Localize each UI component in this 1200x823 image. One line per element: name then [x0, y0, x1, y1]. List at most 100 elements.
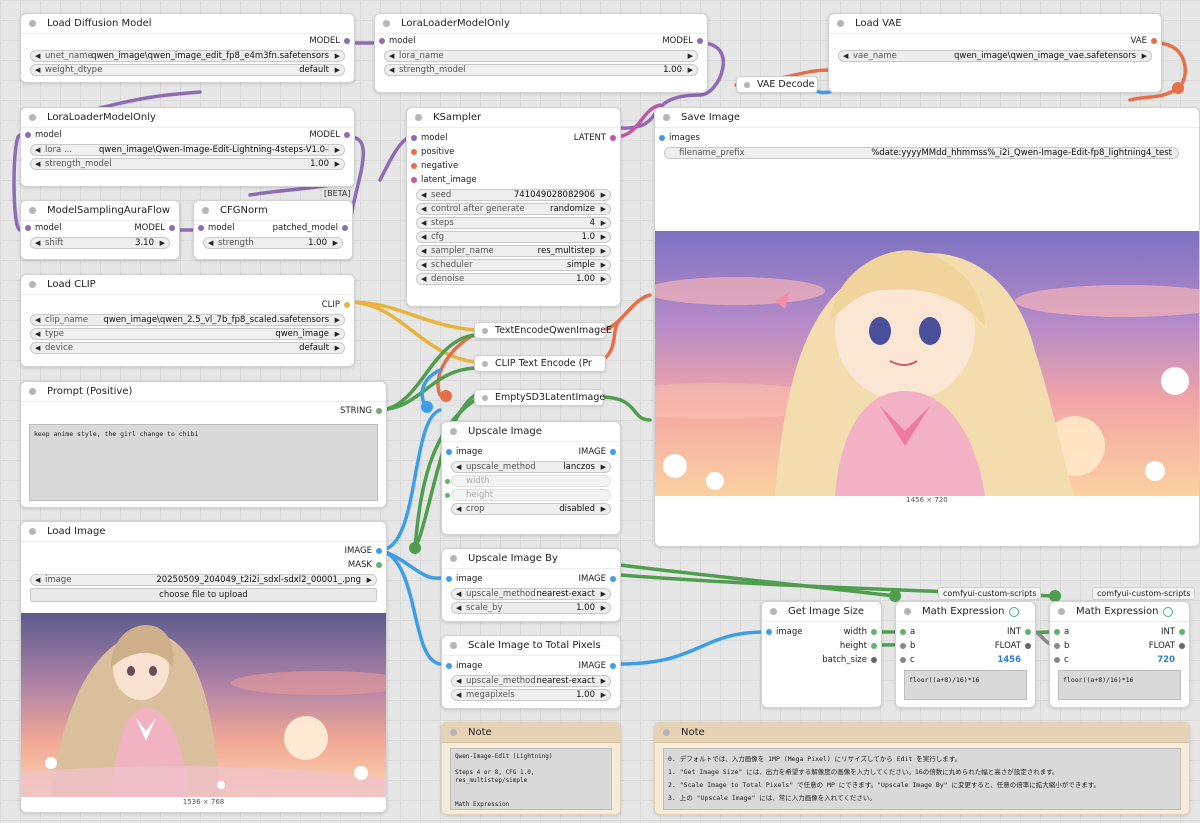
- input-width-socket[interactable]: [445, 479, 450, 484]
- expression-textarea[interactable]: floor((a+8)/16)*16: [1058, 670, 1181, 700]
- collapse-dot-icon[interactable]: [450, 729, 457, 736]
- collapse-dot-icon[interactable]: [663, 729, 670, 736]
- input-model-socket[interactable]: [25, 132, 31, 138]
- arrow-left-icon[interactable]: ◀: [35, 329, 40, 339]
- arrow-right-icon[interactable]: ▶: [601, 462, 606, 472]
- collapse-dot-icon[interactable]: [29, 388, 36, 395]
- widget-megapixels[interactable]: ◀ megapixels 1.00 ▶: [451, 689, 611, 701]
- node-title[interactable]: Math Expression: [896, 602, 1035, 622]
- input-latent-socket[interactable]: [411, 177, 417, 183]
- node-title[interactable]: Prompt (Positive): [21, 382, 386, 402]
- arrow-left-icon[interactable]: ◀: [208, 238, 213, 248]
- collapse-dot-icon[interactable]: [29, 20, 36, 27]
- output-model-socket[interactable]: [697, 38, 703, 44]
- node-cfgnorm[interactable]: CFGNorm model patched_model ◀ strength 1.00…: [193, 200, 353, 260]
- output-image-socket[interactable]: [610, 576, 616, 582]
- arrow-right-icon[interactable]: ▶: [1142, 51, 1147, 61]
- arrow-right-icon[interactable]: ▶: [335, 329, 340, 339]
- input-model-socket[interactable]: [411, 135, 417, 141]
- node-lora-loader-1[interactable]: LoraLoaderModelOnly model MODEL ◀ lora_nam…: [374, 13, 708, 93]
- output-float-socket[interactable]: [1025, 643, 1031, 649]
- widget-cfg[interactable]: ◀ cfg 1.0 ▶: [416, 231, 611, 243]
- input-image-preview[interactable]: [21, 613, 386, 797]
- arrow-left-icon[interactable]: ◀: [35, 315, 40, 325]
- output-image-socket[interactable]: [610, 449, 616, 455]
- input-positive-socket[interactable]: [411, 149, 417, 155]
- collapse-dot-icon[interactable]: [450, 555, 457, 562]
- collapse-dot-icon[interactable]: [450, 642, 457, 649]
- widget-lora-name[interactable]: ◀ lora ... qwen_image\Qwen-Image-Edit-Ligh…: [30, 144, 345, 156]
- arrow-left-icon[interactable]: ◀: [456, 504, 461, 514]
- input-model-socket[interactable]: [198, 225, 204, 231]
- arrow-left-icon[interactable]: ◀: [843, 51, 848, 61]
- arrow-right-icon[interactable]: ▶: [601, 190, 606, 200]
- arrow-left-icon[interactable]: ◀: [421, 232, 426, 242]
- output-int-socket[interactable]: [1025, 629, 1031, 635]
- arrow-right-icon[interactable]: ▶: [601, 603, 606, 613]
- collapse-dot-icon[interactable]: [29, 528, 36, 535]
- widget-strength[interactable]: ◀ strength 1.00 ▶: [203, 237, 343, 249]
- node-load-clip[interactable]: Load CLIP CLIP ◀ clip_name qwen_image\qwen…: [20, 274, 355, 367]
- widget-upscale-method[interactable]: ◀ upscale_method nearest-exact ▶: [451, 588, 611, 600]
- node-upscale-image-by[interactable]: Upscale Image By image IMAGE ◀ upscale_met…: [441, 548, 621, 622]
- widget-unet-name[interactable]: ◀ unet_name qwen_image\qwen_image_edit_fp8…: [30, 50, 345, 62]
- node-title[interactable]: Note: [655, 723, 1189, 743]
- node-text-encode-qwen[interactable]: TextEncodeQwenImageE: [474, 322, 612, 339]
- input-b-socket[interactable]: [1054, 643, 1060, 649]
- arrow-left-icon[interactable]: ◀: [456, 462, 461, 472]
- widget-denoise[interactable]: ◀ denoise 1.00 ▶: [416, 273, 611, 285]
- arrow-left-icon[interactable]: ◀: [421, 190, 426, 200]
- widget-control-after-generate[interactable]: ◀ control after generate randomize ▶: [416, 203, 611, 215]
- node-title[interactable]: Upscale Image: [442, 422, 620, 442]
- input-image-socket[interactable]: [766, 629, 772, 635]
- collapse-dot-icon[interactable]: [202, 207, 209, 214]
- arrow-right-icon[interactable]: ▶: [601, 204, 606, 214]
- node-title[interactable]: LoraLoaderModelOnly: [375, 14, 707, 34]
- node-vae-decode[interactable]: VAE Decode: [736, 76, 818, 93]
- arrow-left-icon[interactable]: ◀: [421, 260, 426, 270]
- output-int-socket[interactable]: [1179, 629, 1185, 635]
- widget-filename-prefix[interactable]: filename_prefix %date:yyyyMMdd_hhmmss%_i2…: [664, 147, 1179, 159]
- widget-vae-name[interactable]: ◀ vae_name qwen_image\qwen_image_vae.safet…: [838, 50, 1152, 62]
- arrow-left-icon[interactable]: ◀: [389, 65, 394, 75]
- prompt-textarea[interactable]: keep anime style, the girl change to chi…: [29, 424, 378, 501]
- arrow-left-icon[interactable]: ◀: [35, 159, 40, 169]
- node-math-expression-2[interactable]: Math Expression a INT b FLOAT c 720 floor((…: [1049, 601, 1190, 708]
- collapse-dot-icon[interactable]: [904, 608, 911, 615]
- collapse-dot-icon[interactable]: [415, 114, 422, 121]
- input-b-socket[interactable]: [900, 643, 906, 649]
- output-width-socket[interactable]: [871, 629, 877, 635]
- widget-scale-by[interactable]: ◀ scale_by 1.00 ▶: [451, 602, 611, 614]
- input-image-socket[interactable]: [446, 576, 452, 582]
- arrow-right-icon[interactable]: ▶: [601, 690, 606, 700]
- widget-upscale-method[interactable]: ◀ upscale_method nearest-exact ▶: [451, 675, 611, 687]
- upload-button[interactable]: choose file to upload: [30, 588, 377, 602]
- arrow-right-icon[interactable]: ▶: [335, 145, 340, 155]
- arrow-left-icon[interactable]: ◀: [421, 246, 426, 256]
- arrow-left-icon[interactable]: ◀: [421, 274, 426, 284]
- arrow-right-icon[interactable]: ▶: [601, 504, 606, 514]
- expression-textarea[interactable]: floor((a+8)/16)*16: [904, 670, 1027, 700]
- widget-sampler-name[interactable]: ◀ sampler_name res_multistep ▶: [416, 245, 611, 257]
- widget-seed[interactable]: ◀ seed 741049028082906 ▶: [416, 189, 611, 201]
- widget-shift[interactable]: ◀ shift 3.10 ▶: [30, 237, 170, 249]
- output-vae-socket[interactable]: [1151, 38, 1157, 44]
- arrow-right-icon[interactable]: ▶: [688, 51, 693, 61]
- widget-weight-dtype[interactable]: ◀ weight_dtype default ▶: [30, 64, 345, 76]
- arrow-right-icon[interactable]: ▶: [601, 260, 606, 270]
- note-text[interactable]: 0. デフォルトでは、入力画像を 1MP (Mega Pixel) にリサイズし…: [663, 748, 1181, 810]
- input-height-socket[interactable]: [445, 493, 450, 498]
- arrow-right-icon[interactable]: ▶: [367, 575, 372, 585]
- node-load-vae[interactable]: Load VAE VAE ◀ vae_name qwen_image\qwen_im…: [828, 13, 1162, 93]
- widget-steps[interactable]: ◀ steps 4 ▶: [416, 217, 611, 229]
- node-title[interactable]: Note: [442, 723, 620, 743]
- output-image-preview[interactable]: [655, 231, 1199, 496]
- arrow-left-icon[interactable]: ◀: [35, 575, 40, 585]
- input-image-socket[interactable]: [446, 663, 452, 669]
- arrow-left-icon[interactable]: ◀: [389, 51, 394, 61]
- node-ksampler[interactable]: KSampler model LATENT positive negative l…: [406, 107, 621, 307]
- node-title[interactable]: Load VAE: [829, 14, 1161, 34]
- arrow-left-icon[interactable]: ◀: [456, 589, 461, 599]
- collapse-dot-icon[interactable]: [29, 207, 36, 214]
- widget-crop[interactable]: ◀ crop disabled ▶: [451, 503, 611, 515]
